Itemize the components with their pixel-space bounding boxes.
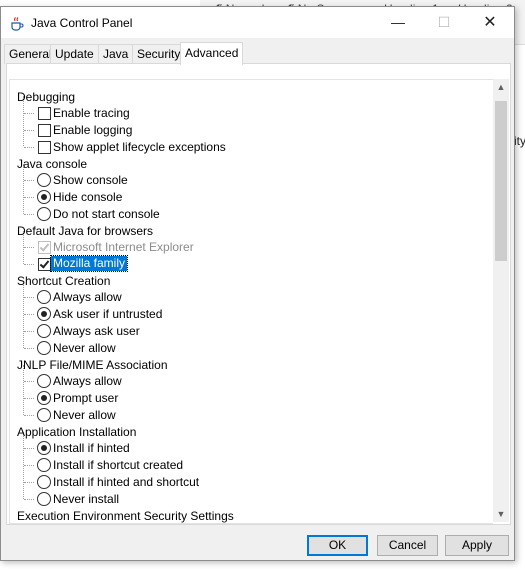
option-label: Show console: [53, 173, 128, 187]
cancel-button[interactable]: Cancel: [377, 535, 438, 556]
option-label: Never install: [53, 492, 120, 506]
scroll-up-arrow-icon[interactable]: ▲: [493, 79, 509, 95]
tab-advanced[interactable]: Advanced: [180, 42, 244, 65]
radio-circle-selected[interactable]: [37, 190, 51, 204]
checkbox-box[interactable]: [38, 107, 51, 120]
group-shortcut-creation: Shortcut Creation: [17, 274, 111, 288]
checkbox-box-disabled: [38, 241, 51, 254]
radio-circle[interactable]: [37, 324, 51, 338]
option-label: Enable logging: [53, 123, 133, 137]
tab-update[interactable]: Update: [50, 44, 99, 64]
maximize-button[interactable]: ☐: [421, 7, 467, 38]
apply-button[interactable]: Apply: [445, 535, 509, 556]
vertical-scrollbar[interactable]: ▲ ▼: [493, 79, 509, 522]
checkbox-box-checked[interactable]: [38, 258, 51, 271]
option-label: Always allow: [53, 290, 122, 304]
option-label: Always allow: [53, 374, 122, 388]
window-title: Java Control Panel: [31, 16, 133, 30]
group-java-console: Java console: [17, 157, 88, 171]
option-label: Show applet lifecycle exceptions: [53, 140, 226, 154]
radio-circle-selected[interactable]: [37, 307, 51, 321]
option-label: Do not start console: [53, 207, 160, 221]
radio-circle[interactable]: [37, 290, 51, 304]
background-document-text: ity: [514, 134, 525, 148]
checkbox-box[interactable]: [38, 141, 51, 154]
radio-circle-selected[interactable]: [37, 441, 51, 455]
title-bar[interactable]: Java Control Panel — ☐ ✕: [1, 7, 514, 38]
group-jnlp-association: JNLP File/MIME Association: [17, 358, 168, 372]
group-default-java-browsers: Default Java for browsers: [17, 224, 154, 238]
option-label: Enable tracing: [53, 106, 130, 120]
radio-circle[interactable]: [37, 374, 51, 388]
settings-tree[interactable]: Debugging Enable tracing Enable logging …: [9, 79, 493, 524]
option-label: Always ask user: [53, 324, 140, 338]
close-button[interactable]: ✕: [467, 7, 513, 38]
group-application-installation: Application Installation: [17, 425, 137, 439]
option-label: Ask user if untrusted: [53, 307, 163, 321]
java-cup-icon: [11, 17, 24, 31]
option-label: Never allow: [53, 341, 116, 355]
option-label: Never allow: [53, 408, 116, 422]
tab-security[interactable]: Security: [132, 44, 186, 64]
group-debugging: Debugging: [17, 90, 76, 104]
option-label: Install if hinted: [53, 441, 130, 455]
radio-circle[interactable]: [37, 475, 51, 489]
minimize-button[interactable]: —: [375, 7, 421, 38]
option-label: Install if shortcut created: [53, 458, 184, 472]
option-label: Microsoft Internet Explorer: [53, 240, 194, 254]
advanced-settings-panel: Debugging Enable tracing Enable logging …: [6, 63, 511, 525]
radio-circle[interactable]: [37, 173, 51, 187]
radio-circle[interactable]: [37, 408, 51, 422]
ok-button[interactable]: OK: [307, 535, 368, 556]
group-execution-environment-security: Execution Environment Security Settings: [17, 509, 234, 523]
option-label: Install if hinted and shortcut: [53, 475, 200, 489]
option-label-selected: Mozilla family: [49, 255, 129, 272]
radio-circle[interactable]: [37, 492, 51, 506]
option-label: Hide console: [53, 190, 123, 204]
radio-circle[interactable]: [37, 458, 51, 472]
tab-java[interactable]: Java: [98, 44, 134, 64]
radio-circle[interactable]: [37, 341, 51, 355]
scroll-down-arrow-icon[interactable]: ▼: [493, 506, 509, 522]
option-label: Prompt user: [53, 391, 119, 405]
scrollbar-thumb[interactable]: [495, 101, 507, 261]
tab-general[interactable]: General: [4, 44, 57, 64]
radio-circle-selected[interactable]: [37, 391, 51, 405]
radio-circle[interactable]: [37, 207, 51, 221]
checkbox-box[interactable]: [38, 124, 51, 137]
java-control-panel-window: Java Control Panel — ☐ ✕ General Update …: [0, 6, 515, 561]
